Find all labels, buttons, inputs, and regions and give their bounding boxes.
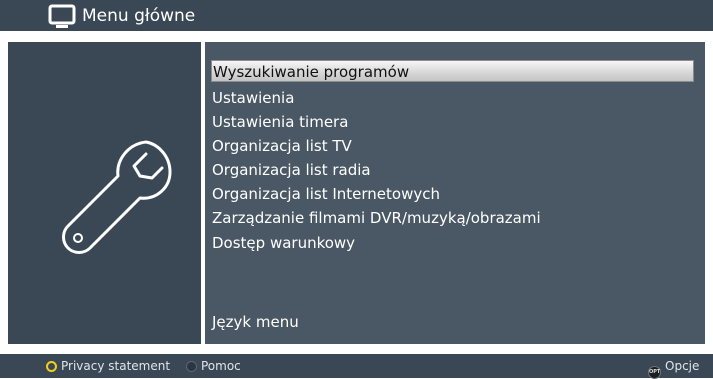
menu-item-dvr-media[interactable]: Zarządzanie filmami DVR/muzyką/obrazami bbox=[212, 207, 541, 229]
options-key[interactable]: OPT Opcje bbox=[648, 354, 699, 379]
menu-item-channel-search[interactable]: Wyszukiwanie programów bbox=[211, 60, 694, 82]
menu-item-menu-language[interactable]: Język menu bbox=[212, 311, 299, 333]
menu-item-tv-list[interactable]: Organizacja list TV bbox=[212, 135, 352, 157]
wrench-icon bbox=[62, 140, 172, 254]
menu-item-internet-list[interactable]: Organizacja list Internetowych bbox=[212, 183, 440, 205]
footer-bar: Privacy statement Pomoc OPT Opcje bbox=[0, 354, 713, 379]
opt-button-icon: OPT bbox=[648, 366, 661, 379]
page-title: Menu główne bbox=[82, 6, 196, 26]
help-label: Pomoc bbox=[201, 359, 241, 373]
blue-button-icon bbox=[186, 361, 197, 372]
privacy-label: Privacy statement bbox=[61, 359, 171, 373]
yellow-button-icon bbox=[46, 361, 57, 372]
tv-icon bbox=[48, 4, 76, 28]
help-key[interactable]: Pomoc bbox=[186, 354, 241, 378]
options-label: Opcje bbox=[665, 359, 700, 373]
header-bar: Menu główne bbox=[0, 0, 713, 31]
privacy-key[interactable]: Privacy statement bbox=[46, 354, 170, 378]
menu-item-settings[interactable]: Ustawienia bbox=[212, 87, 294, 109]
menu-item-timer-settings[interactable]: Ustawienia timera bbox=[212, 111, 348, 133]
menu-item-conditional-access[interactable]: Dostęp warunkowy bbox=[212, 232, 355, 254]
menu-item-radio-list[interactable]: Organizacja list radia bbox=[212, 159, 371, 181]
menu-icon-panel bbox=[8, 42, 201, 344]
